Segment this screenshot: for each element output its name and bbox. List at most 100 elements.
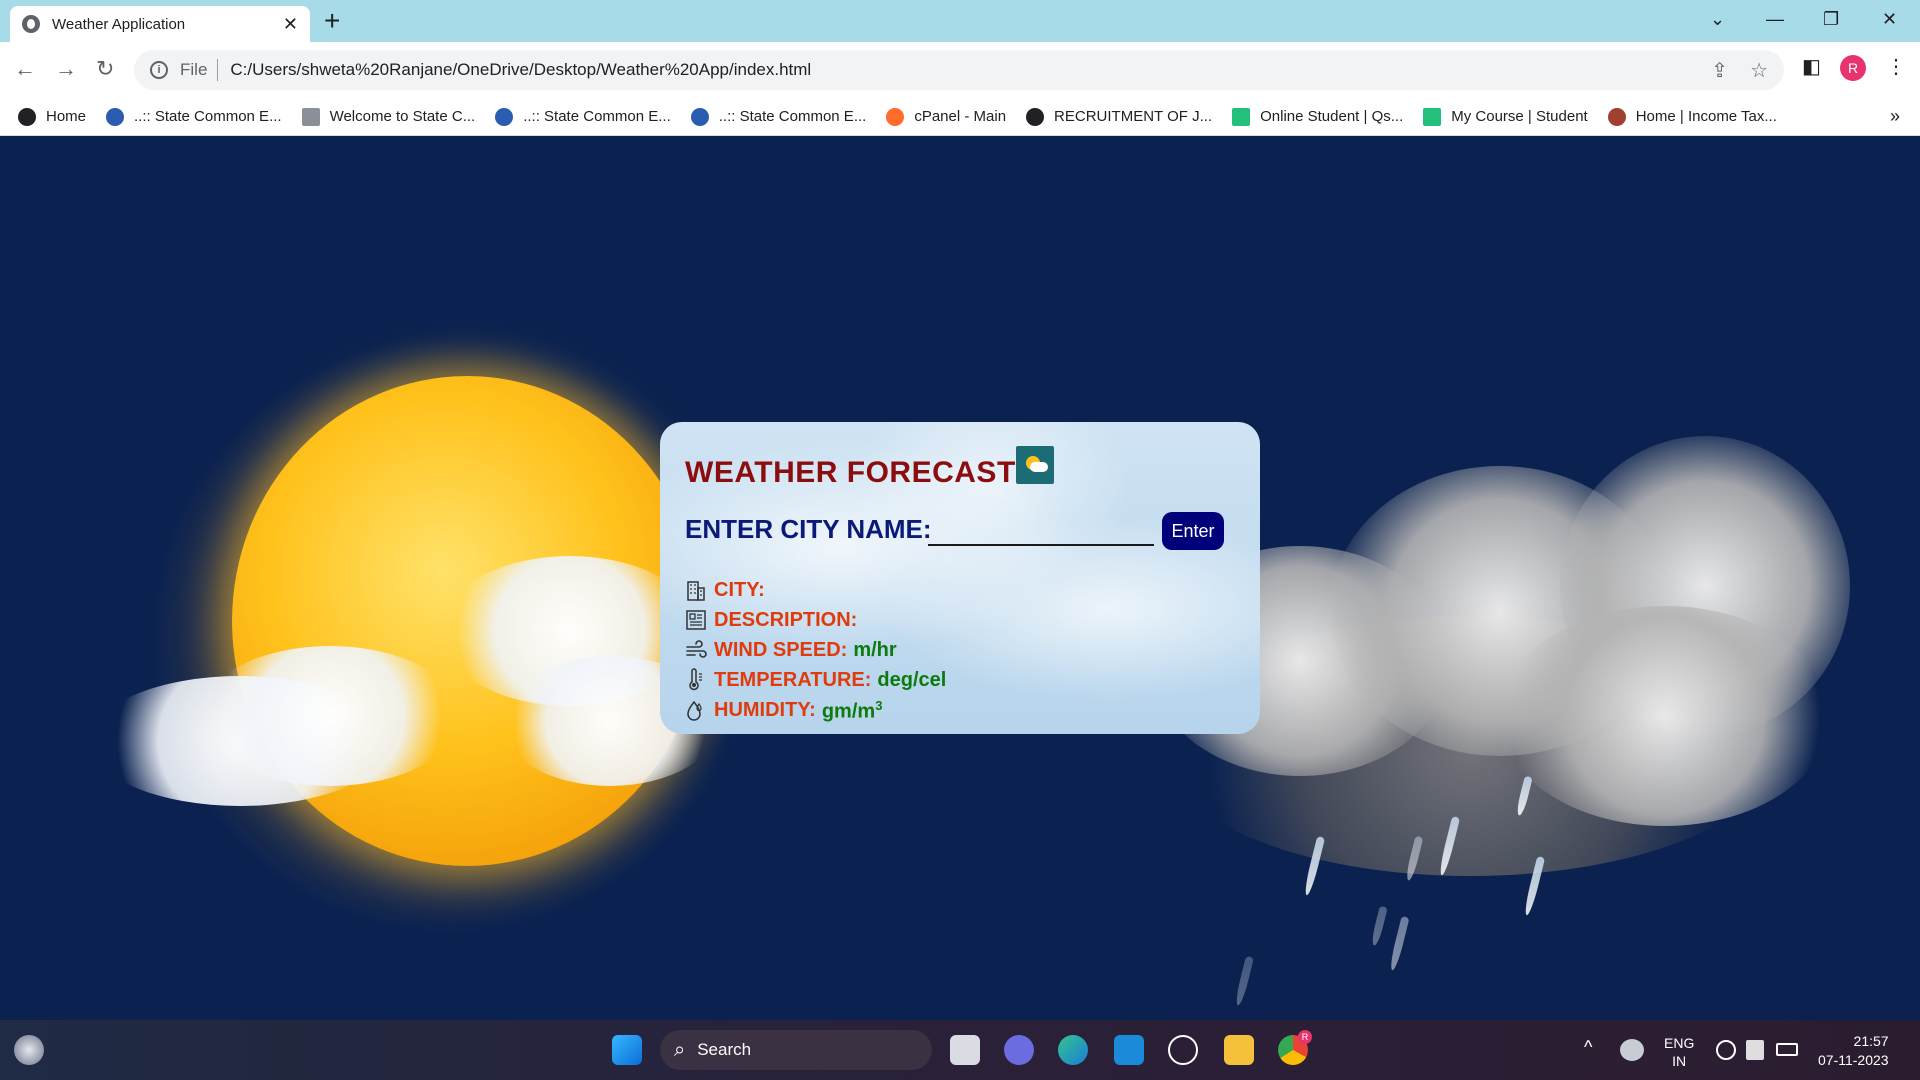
- wind-row: WIND SPEED: m/hr: [684, 638, 897, 662]
- bookmark-item[interactable]: cPanel - Main: [886, 107, 1006, 126]
- edge-browser-icon[interactable]: [1058, 1035, 1088, 1065]
- search-icon: ⌕: [674, 1038, 686, 1061]
- bookmark-label: Home | Income Tax...: [1635, 108, 1777, 125]
- side-panel-icon[interactable]: ◧: [1802, 54, 1821, 79]
- tray-overflow-icon[interactable]: ^: [1584, 1038, 1592, 1056]
- new-tab-button[interactable]: +: [324, 6, 340, 36]
- bookmark-favicon-icon: [301, 107, 320, 126]
- city-name-label: ENTER CITY NAME:: [685, 514, 932, 544]
- wind-icon: [686, 640, 707, 658]
- bookmarks-overflow-icon[interactable]: »: [1890, 106, 1900, 127]
- task-view-icon[interactable]: [950, 1035, 980, 1065]
- humidity-row: HUMIDITY: gm/m3: [684, 698, 882, 724]
- bookmark-item[interactable]: Home | Income Tax...: [1607, 107, 1777, 126]
- bookmark-item[interactable]: Online Student | Qs...: [1232, 107, 1404, 126]
- bookmark-item[interactable]: My Course | Student: [1423, 107, 1588, 126]
- bookmark-favicon-icon: [106, 107, 125, 126]
- bookmark-star-icon[interactable]: ☆: [1750, 58, 1768, 83]
- humidity-unit-exponent: 3: [875, 698, 883, 713]
- weather-logo-icon: [1016, 446, 1054, 484]
- raindrop: [1234, 955, 1254, 1007]
- dell-icon[interactable]: [1168, 1035, 1198, 1065]
- document-icon: [686, 610, 706, 630]
- bookmark-label: Online Student | Qs...: [1260, 108, 1404, 125]
- share-icon[interactable]: ⇪: [1711, 58, 1728, 83]
- city-name-input[interactable]: [928, 516, 1154, 546]
- windows-taskbar: ⌕ Search R ^ ENG IN 21:57 07-11-2023: [0, 1020, 1920, 1080]
- tab-title: Weather Application: [52, 15, 186, 33]
- tab-search-dropdown-icon[interactable]: ⌄: [1710, 4, 1725, 34]
- bookmark-item[interactable]: ..:: State Common E...: [106, 107, 282, 126]
- weather-card: WEATHER FORECAST ENTER CITY NAME: Enter …: [660, 422, 1260, 734]
- raindrop: [1388, 915, 1410, 972]
- raindrop: [1370, 905, 1388, 947]
- chrome-profile-badge: R: [1298, 1030, 1312, 1044]
- url-scheme: File: [180, 60, 208, 79]
- info-icon[interactable]: i: [150, 61, 168, 79]
- humidity-label: HUMIDITY:: [714, 699, 816, 722]
- start-menu-icon[interactable]: [612, 1035, 642, 1065]
- tab-close-icon[interactable]: ✕: [283, 14, 298, 35]
- bookmark-label: ..:: State Common E...: [134, 108, 282, 125]
- minimize-button[interactable]: —: [1766, 4, 1784, 34]
- restore-button[interactable]: ❐: [1823, 4, 1839, 34]
- address-bar[interactable]: i File C:/Users/shweta%20Ranjane/OneDriv…: [134, 50, 1784, 90]
- temperature-row: TEMPERATURE: deg/cel: [684, 668, 946, 692]
- city-row: CITY:: [684, 578, 771, 602]
- enter-button[interactable]: Enter: [1162, 512, 1224, 550]
- clock-date: 07-11-2023: [1818, 1052, 1889, 1068]
- bookmark-item[interactable]: ..:: State Common E...: [690, 107, 866, 126]
- battery-icon[interactable]: [1776, 1043, 1798, 1056]
- system-clock[interactable]: 21:57 07-11-2023: [1818, 1032, 1889, 1070]
- divider: [217, 59, 219, 81]
- url-text[interactable]: C:/Users/shweta%20Ranjane/OneDrive/Deskt…: [230, 60, 1689, 80]
- city-label: CITY:: [714, 578, 765, 601]
- temperature-unit: deg/cel: [877, 668, 947, 691]
- teams-chat-icon[interactable]: [1004, 1035, 1034, 1065]
- description-row: DESCRIPTION:: [684, 608, 863, 632]
- bookmark-favicon-icon: [495, 107, 514, 126]
- language-indicator[interactable]: ENG IN: [1664, 1034, 1694, 1070]
- bookmark-item[interactable]: Welcome to State C...: [301, 107, 476, 126]
- bookmark-label: ..:: State Common E...: [523, 108, 671, 125]
- clock-time: 21:57: [1853, 1033, 1889, 1049]
- file-explorer-icon[interactable]: [1224, 1035, 1254, 1065]
- temperature-label: TEMPERATURE:: [714, 668, 872, 691]
- bookmark-label: Home: [46, 108, 87, 125]
- bookmark-favicon-icon: [1423, 107, 1442, 126]
- wind-speed-unit: m/hr: [853, 638, 897, 661]
- bookmark-item[interactable]: Home: [18, 107, 87, 126]
- menu-icon[interactable]: ⋮: [1886, 54, 1906, 79]
- bookmark-label: Welcome to State C...: [329, 108, 476, 125]
- back-button[interactable]: ←: [14, 54, 36, 84]
- browser-tab-bar: Weather Application ✕ + ⌄ — ❐ ✕: [0, 0, 1920, 42]
- bookmark-favicon-icon: [690, 107, 709, 126]
- grey-cloud: [1500, 606, 1830, 826]
- weather-page: WEATHER FORECAST ENTER CITY NAME: Enter …: [0, 136, 1920, 1020]
- humidity-drop-icon: [687, 700, 702, 721]
- profile-avatar[interactable]: R: [1840, 55, 1866, 81]
- browser-tab[interactable]: Weather Application ✕: [10, 6, 310, 42]
- humidity-unit: gm/m3: [822, 698, 883, 724]
- thermometer-icon: [689, 668, 702, 691]
- reload-button[interactable]: ↻: [96, 54, 114, 84]
- language-code: ENG: [1664, 1035, 1695, 1051]
- bookmark-favicon-icon: [1026, 107, 1045, 126]
- browser-toolbar: ← → ↻ i File C:/Users/shweta%20Ranjane/O…: [0, 42, 1920, 98]
- taskbar-search[interactable]: ⌕ Search: [660, 1030, 932, 1070]
- mail-icon[interactable]: [1114, 1035, 1144, 1065]
- onedrive-icon[interactable]: [1620, 1039, 1644, 1061]
- weather-widget-icon[interactable]: [14, 1035, 44, 1065]
- volume-icon[interactable]: [1746, 1040, 1764, 1060]
- page-title: WEATHER FORECAST: [685, 456, 1016, 489]
- bookmark-favicon-icon: [18, 107, 36, 126]
- close-window-button[interactable]: ✕: [1882, 4, 1897, 34]
- region-code: IN: [1672, 1053, 1687, 1069]
- description-label: DESCRIPTION:: [714, 608, 858, 631]
- forward-button[interactable]: →: [55, 54, 77, 84]
- bookmark-item[interactable]: RECRUITMENT OF J...: [1026, 107, 1212, 126]
- bookmark-item[interactable]: ..:: State Common E...: [495, 107, 671, 126]
- bookmarks-bar: Home ..:: State Common E... Welcome to S…: [0, 98, 1920, 136]
- network-icon[interactable]: [1716, 1040, 1736, 1060]
- globe-icon: [22, 15, 40, 33]
